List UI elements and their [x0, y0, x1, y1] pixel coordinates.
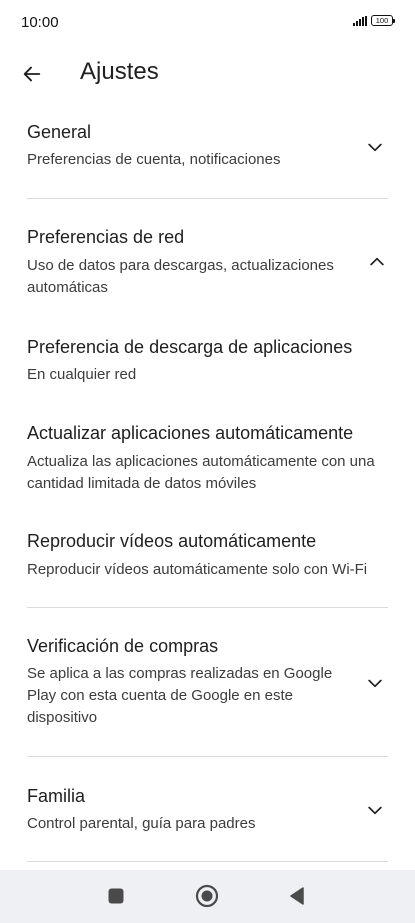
setting-subtitle-line1: Actualiza las aplicaciones automáticamen… [27, 453, 375, 470]
setting-subtitle: Reproducir vídeos automáticamente solo c… [27, 561, 368, 578]
chevron-up-icon [370, 257, 384, 266]
app-header: Ajustes [0, 46, 415, 102]
arrow-left-icon [23, 66, 41, 82]
section-subtitle-line1: Se aplica a las compras realizadas en Go… [27, 665, 333, 682]
settings-section-network[interactable]: Preferencias de red Uso de datos para de… [0, 212, 415, 302]
divider [27, 607, 388, 608]
section-subtitle: Preferencias de cuenta, notificaciones [27, 151, 281, 168]
section-subtitle-line2: Play con esta cuenta de Google en este [27, 687, 294, 704]
chevron-down-icon [368, 679, 382, 688]
status-bar: 10:00 100 [0, 0, 415, 46]
status-icons: 100 [353, 15, 395, 26]
chevron-down-icon [368, 143, 382, 152]
section-title: Verificación de compras [27, 636, 219, 656]
section-title: Familia [27, 786, 86, 806]
battery-icon: 100 [371, 15, 395, 26]
section-subtitle: Control parental, guía para padres [27, 815, 256, 832]
section-title: General [27, 122, 92, 142]
divider [27, 756, 388, 757]
page-title: Ajustes [80, 58, 159, 85]
section-subtitle-line2: automáticas [27, 279, 108, 296]
square-icon [108, 888, 124, 904]
signal-icon [353, 15, 367, 26]
recents-button[interactable] [103, 883, 129, 909]
section-subtitle-line3: dispositivo [27, 709, 98, 726]
divider [27, 861, 388, 862]
triangle-left-icon [290, 887, 304, 905]
setting-subtitle-line2: cantidad limitada de datos móviles [27, 475, 257, 492]
setting-title: Actualizar aplicaciones automáticamente [27, 423, 354, 443]
setting-subtitle: En cualquier red [27, 366, 137, 383]
setting-autoplay-videos[interactable]: Reproducir vídeos automáticamente Reprod… [0, 516, 415, 596]
settings-section-general[interactable]: General Preferencias de cuenta, notifica… [0, 102, 415, 198]
section-subtitle-line1: Uso de datos para descargas, actualizaci… [27, 257, 334, 274]
setting-title: Preferencia de descarga de aplicaciones [27, 337, 353, 357]
setting-auto-update[interactable]: Actualizar aplicaciones automáticamente … [0, 408, 415, 498]
circle-icon [195, 884, 219, 908]
back-button[interactable] [16, 58, 48, 90]
setting-title: Reproducir vídeos automáticamente [27, 531, 317, 551]
system-nav-bar [0, 870, 415, 923]
nav-back-button[interactable] [284, 883, 310, 909]
battery-level: 100 [375, 16, 389, 25]
status-time: 10:00 [21, 14, 59, 31]
chevron-down-icon [368, 806, 382, 815]
setting-download-preference[interactable]: Preferencia de descarga de aplicaciones … [0, 322, 415, 402]
divider [27, 198, 388, 199]
settings-section-family[interactable]: Familia Control parental, guía para padr… [0, 772, 415, 857]
home-button[interactable] [194, 883, 220, 909]
section-title: Preferencias de red [27, 227, 185, 247]
settings-section-purchase-verification[interactable]: Verificación de compras Se aplica a las … [0, 622, 415, 752]
